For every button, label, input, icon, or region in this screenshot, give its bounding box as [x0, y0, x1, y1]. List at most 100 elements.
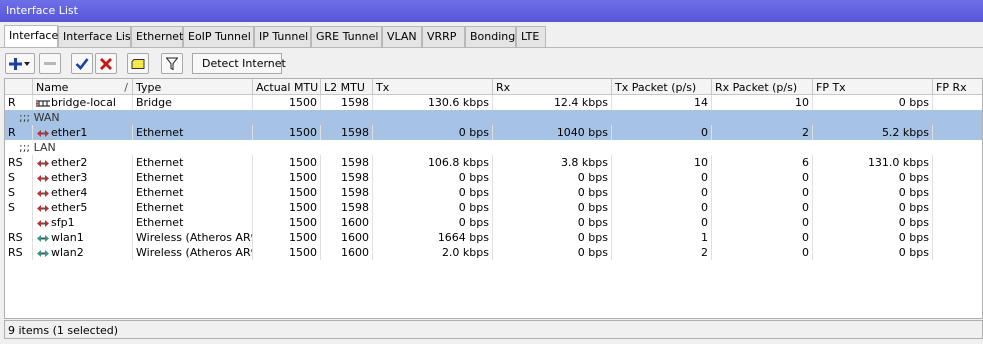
tab-interface-list[interactable]: Interface List	[58, 26, 135, 47]
cell-actual-mtu: 1500	[253, 95, 321, 110]
cell-l2-mtu: 1600	[321, 230, 373, 245]
cell-rx: 3.8 kbps	[493, 155, 612, 170]
cell-type: Ethernet	[133, 185, 253, 200]
cell-tx: 0 bps	[373, 215, 493, 230]
col-tx-packet-header[interactable]: Tx Packet (p/s)	[612, 79, 712, 95]
table-row[interactable]: Sether4 Ethernet 1500 1598 0 bps 0 bps 0 0 0 bps	[5, 185, 982, 200]
cell-name: ether1	[33, 125, 133, 140]
cell-actual-mtu: 1500	[253, 125, 321, 140]
interface-name: wlan2	[51, 246, 84, 259]
col-rx-packet-header[interactable]: Rx Packet (p/s)	[712, 79, 813, 95]
cell-type: Ethernet	[133, 125, 253, 140]
toolbar: Detect Internet	[0, 47, 983, 77]
cell-l2-mtu: 1598	[321, 200, 373, 215]
cell-tx-packet: 0	[612, 170, 712, 185]
comment-row-lan[interactable]: ;;; LAN	[5, 140, 982, 155]
cell-rx-packet: 2	[712, 125, 813, 140]
cell-rx-packet: 0	[712, 245, 813, 260]
cell-tx-packet: 1	[612, 230, 712, 245]
comment-row-wan[interactable]: ;;; WAN	[5, 110, 982, 125]
col-flags-header[interactable]	[5, 79, 33, 95]
table-row[interactable]: sfp1 Ethernet 1500 1600 0 bps 0 bps 0 0 0 bps	[5, 215, 982, 230]
ethernet-icon	[36, 158, 50, 170]
cell-rx-packet: 0	[712, 200, 813, 215]
cell-tx: 1664 bps	[373, 230, 493, 245]
tab-vlan[interactable]: VLAN	[382, 26, 422, 47]
cell-actual-mtu: 1500	[253, 185, 321, 200]
enable-button[interactable]	[71, 53, 93, 74]
cell-actual-mtu: 1500	[253, 155, 321, 170]
cell-tx: 0 bps	[373, 185, 493, 200]
cell-rx: 0 bps	[493, 170, 612, 185]
interface-name: ether4	[51, 186, 88, 199]
table-row[interactable]: Sether3 Ethernet 1500 1598 0 bps 0 bps 0 0 0 bps	[5, 170, 982, 185]
cell-name: wlan1	[33, 230, 133, 245]
remove-button[interactable]	[39, 53, 61, 74]
table-row[interactable]: Rbridge-local Bridge 1500 1598 130.6 kbps 12.…	[5, 95, 982, 110]
tab-ethernet[interactable]: Ethernet	[131, 26, 183, 47]
cell-tx: 2.0 kbps	[373, 245, 493, 260]
cell-tx: 0 bps	[373, 170, 493, 185]
cell-rx: 0 bps	[493, 185, 612, 200]
col-fp-tx-header[interactable]: FP Tx	[813, 79, 933, 95]
cell-name: ether5	[33, 200, 133, 215]
cell-rx-packet: 6	[712, 155, 813, 170]
col-actual-mtu-header[interactable]: Actual MTU	[253, 79, 321, 95]
interface-list-window: Interface List Interface Interface List …	[0, 0, 983, 344]
interface-table: Name / Type Actual MTU L2 MTU Tx Rx Tx P…	[4, 78, 983, 319]
table-row[interactable]: RSwlan1Wireless (Atheros AR9...150016001…	[5, 230, 982, 245]
window-title: Interface List	[0, 0, 983, 22]
cell-l2-mtu: 1600	[321, 245, 373, 260]
tab-interface[interactable]: Interface	[4, 25, 58, 47]
filter-button[interactable]	[161, 53, 183, 74]
col-rx-header[interactable]: Rx	[493, 79, 612, 95]
col-type-header[interactable]: Type	[133, 79, 253, 95]
detect-internet-button[interactable]: Detect Internet	[192, 53, 286, 74]
comment-button[interactable]	[127, 53, 149, 74]
cell-actual-mtu: 1500	[253, 230, 321, 245]
table-row[interactable]: Sether5 Ethernet 1500 1598 0 bps 0 bps 0 0 0 bps	[5, 200, 982, 215]
cell-rx: 0 bps	[493, 200, 612, 215]
col-tx-header[interactable]: Tx	[373, 79, 493, 95]
cell-name: ether4	[33, 185, 133, 200]
table-row[interactable]: RSwlan2Wireless (Atheros AR9...150016002…	[5, 245, 982, 260]
cell-l2-mtu: 1598	[321, 185, 373, 200]
cell-rx: 0 bps	[493, 215, 612, 230]
cell-flags: S	[5, 200, 33, 215]
interface-name: ether3	[51, 171, 88, 184]
add-button[interactable]	[5, 53, 35, 74]
cell-flags: RS	[5, 245, 33, 260]
table-header: Name / Type Actual MTU L2 MTU Tx Rx Tx P…	[5, 79, 982, 95]
cell-fp-rx	[933, 230, 982, 245]
table-row[interactable]: RS ether2 Ethernet 1500 1598 106.8 kbps 3.8 kb…	[5, 155, 982, 170]
cell-rx-packet: 0	[712, 230, 813, 245]
disable-button[interactable]	[95, 53, 117, 74]
tab-eoip-tunnel[interactable]: EoIP Tunnel	[183, 26, 254, 47]
table-row[interactable]: Rether1 Ethernet 1500 1598 0 bps 1040 bps 0 2 5.…	[5, 125, 982, 140]
cell-flags: RS	[5, 230, 33, 245]
cell-tx: 106.8 kbps	[373, 155, 493, 170]
cell-flags	[5, 215, 33, 230]
tab-vrrp[interactable]: VRRP	[422, 26, 465, 47]
col-fp-rx-header[interactable]: FP Rx	[933, 79, 982, 95]
tab-bonding[interactable]: Bonding	[465, 26, 516, 47]
tab-ip-tunnel[interactable]: IP Tunnel	[254, 26, 311, 47]
cell-type: Ethernet	[133, 155, 253, 170]
cell-tx-packet: 14	[612, 95, 712, 110]
cell-tx: 0 bps	[373, 200, 493, 215]
cell-rx: 12.4 kbps	[493, 95, 612, 110]
tab-lte[interactable]: LTE	[516, 26, 546, 47]
comment-text: ;;; LAN	[19, 141, 56, 154]
cell-name: ether2	[33, 155, 133, 170]
interface-name: wlan1	[51, 231, 84, 244]
wireless-icon	[36, 233, 50, 245]
tab-gre-tunnel[interactable]: GRE Tunnel	[311, 26, 382, 47]
cell-type: Ethernet	[133, 215, 253, 230]
col-name-label: Name	[36, 81, 69, 94]
cell-tx-packet: 2	[612, 245, 712, 260]
cell-fp-rx	[933, 245, 982, 260]
bridge-icon	[35, 98, 50, 110]
col-name-header[interactable]: Name /	[33, 79, 133, 95]
cell-tx-packet: 0	[612, 215, 712, 230]
col-l2-mtu-header[interactable]: L2 MTU	[321, 79, 373, 95]
